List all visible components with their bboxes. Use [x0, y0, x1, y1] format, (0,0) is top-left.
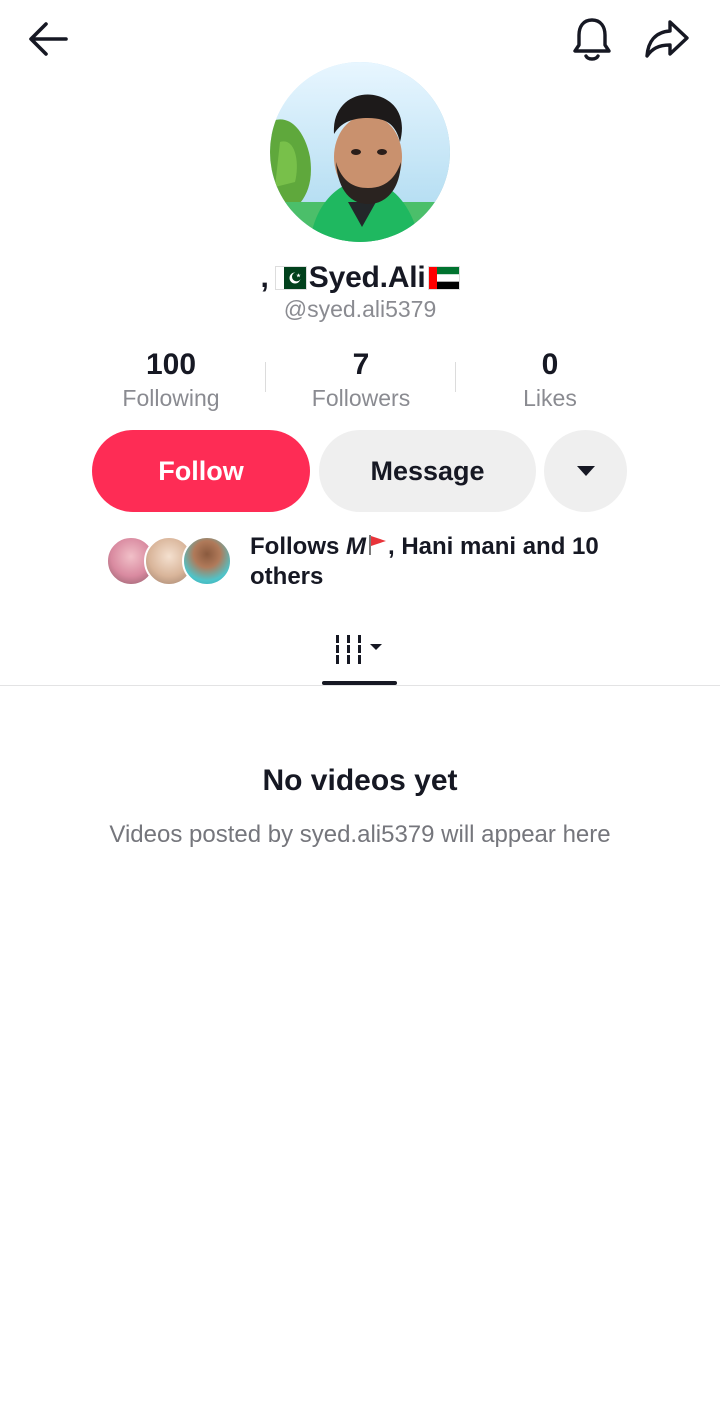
red-flag-icon — [366, 533, 388, 560]
username: @syed.ali5379 — [283, 296, 437, 322]
more-options-button[interactable] — [544, 430, 627, 512]
follow-button[interactable]: Follow — [92, 430, 310, 512]
profile-avatar — [270, 62, 450, 242]
share-button[interactable] — [640, 14, 694, 64]
display-name: Syed.Ali — [308, 261, 426, 294]
name-prefix: , — [260, 261, 269, 294]
mutual-follows-text[interactable]: Follows M, Hani mani and 10 others — [250, 532, 650, 592]
likes-count: 0 — [541, 348, 559, 381]
mutual-avatar — [182, 536, 232, 586]
tab-videos[interactable] — [322, 620, 398, 684]
stat-likes[interactable]: 0 Likes — [455, 348, 645, 412]
followers-label: Followers — [311, 385, 411, 411]
display-name-row: , Syed.Ali — [0, 258, 720, 298]
following-count: 100 — [145, 348, 197, 381]
caret-down-icon — [576, 466, 595, 476]
bell-icon — [573, 18, 611, 61]
message-button[interactable]: Message — [319, 430, 536, 512]
divider — [0, 685, 720, 686]
mutual-first-name: M — [346, 533, 366, 560]
pakistan-flag-icon — [274, 266, 307, 290]
uae-flag-icon — [427, 266, 460, 290]
stat-followers[interactable]: 7 Followers — [266, 348, 456, 412]
share-arrow-icon — [645, 20, 689, 58]
mutual-prefix: Follows — [250, 533, 346, 560]
empty-state-title: No videos yet — [262, 764, 458, 797]
likes-label: Likes — [523, 385, 577, 411]
back-button[interactable] — [22, 16, 74, 62]
arrow-left-icon — [29, 22, 68, 56]
video-grid-icon — [336, 635, 382, 664]
empty-state-description: Videos posted by syed.ali5379 will appea… — [109, 821, 611, 848]
notification-bell-button[interactable] — [566, 14, 618, 64]
following-label: Following — [122, 385, 220, 411]
followers-count: 7 — [352, 348, 370, 381]
stat-following[interactable]: 100 Following — [76, 348, 266, 412]
